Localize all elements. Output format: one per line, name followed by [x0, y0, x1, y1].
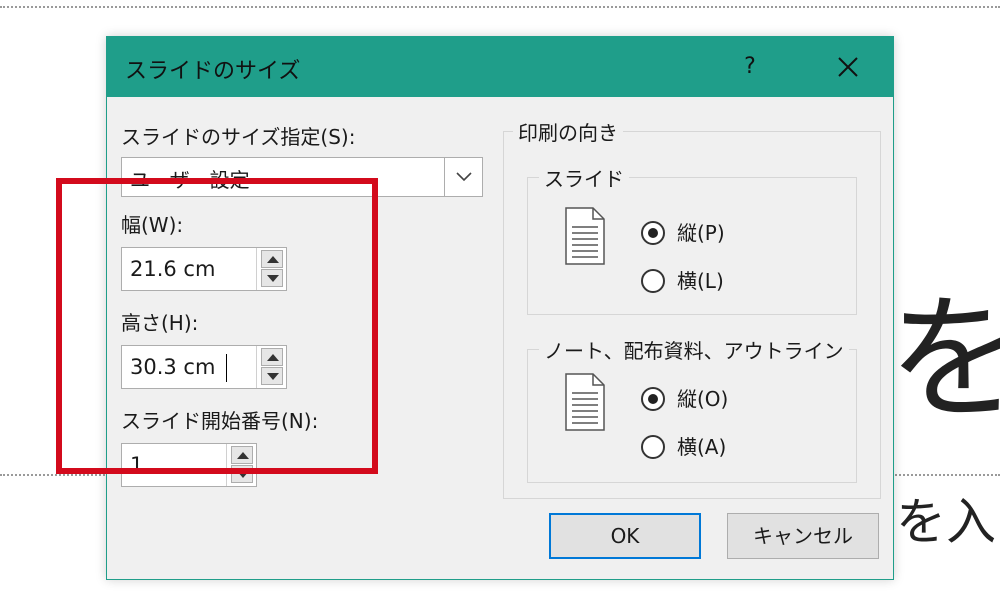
help-button[interactable]: ? — [727, 45, 773, 89]
slide-large-text: を — [888, 281, 1000, 439]
slide-size-dialog: スライドのサイズ ? スライドのサイズ指定(S): ユーザー設定 幅(W): 2… — [106, 36, 894, 580]
start-number-decrement-button[interactable] — [231, 465, 253, 483]
width-label: 幅(W): — [121, 213, 184, 237]
notes-portrait-label[interactable]: 縦(O) — [677, 383, 728, 412]
arrow-down-icon — [237, 471, 249, 478]
slide-portrait-label[interactable]: 縦(P) — [677, 217, 725, 246]
text-cursor — [226, 354, 227, 382]
start-number-stepper[interactable]: 1 — [121, 443, 257, 487]
slide-orientation-label: スライド — [539, 163, 629, 192]
height-spin-buttons — [256, 346, 286, 388]
close-icon — [838, 57, 858, 77]
portrait-page-icon — [565, 373, 605, 431]
slide-portrait-radio[interactable] — [641, 221, 665, 245]
width-increment-button[interactable] — [261, 250, 283, 268]
slide-guide-top — [0, 6, 1000, 8]
close-button[interactable] — [825, 45, 871, 89]
height-stepper[interactable]: 30.3 cm — [121, 345, 287, 389]
arrow-up-icon — [267, 256, 279, 263]
start-number-input[interactable]: 1 — [130, 453, 143, 477]
size-preset-dropdown-button[interactable] — [444, 158, 482, 196]
size-preset-value: ユーザー設定 — [130, 168, 250, 192]
width-stepper[interactable]: 21.6 cm — [121, 247, 287, 291]
size-preset-select[interactable]: ユーザー設定 — [121, 157, 483, 197]
slide-landscape-label[interactable]: 横(L) — [677, 265, 724, 294]
notes-landscape-label[interactable]: 横(A) — [677, 431, 726, 460]
arrow-down-icon — [267, 373, 279, 380]
height-label: 高さ(H): — [121, 311, 199, 335]
start-number-label: スライド開始番号(N): — [121, 409, 319, 433]
notes-landscape-radio[interactable] — [641, 435, 665, 459]
height-decrement-button[interactable] — [261, 367, 283, 385]
width-decrement-button[interactable] — [261, 269, 283, 287]
width-input[interactable]: 21.6 cm — [130, 257, 215, 281]
slide-landscape-radio[interactable] — [641, 269, 665, 293]
width-spin-buttons — [256, 248, 286, 290]
arrow-up-icon — [237, 452, 249, 459]
chevron-down-icon — [456, 172, 472, 182]
portrait-page-icon — [565, 207, 605, 265]
notes-portrait-radio[interactable] — [641, 387, 665, 411]
orientation-group-label: 印刷の向き — [513, 117, 623, 146]
height-increment-button[interactable] — [261, 348, 283, 366]
size-preset-label: スライドのサイズ指定(S): — [121, 125, 356, 149]
start-number-increment-button[interactable] — [231, 446, 253, 464]
arrow-up-icon — [267, 354, 279, 361]
ok-button[interactable]: OK — [549, 513, 701, 559]
arrow-down-icon — [267, 275, 279, 282]
height-input[interactable]: 30.3 cm — [130, 355, 215, 379]
start-number-spin-buttons — [226, 444, 256, 486]
dialog-title: スライドのサイズ — [125, 59, 301, 84]
dialog-titlebar: スライドのサイズ ? — [107, 37, 893, 97]
notes-orientation-label: ノート、配布資料、アウトライン — [539, 335, 849, 364]
slide-small-text: を入 — [896, 493, 996, 551]
cancel-button[interactable]: キャンセル — [727, 513, 879, 559]
